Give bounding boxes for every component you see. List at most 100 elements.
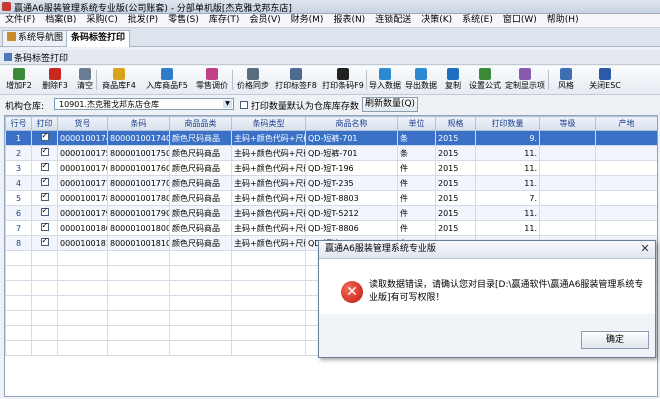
default-stock-qty-option[interactable]: 打印数量默认为仓库库存数	[240, 99, 359, 112]
cell-print[interactable]	[31, 235, 58, 251]
toolbar-button[interactable]: 导出数据	[404, 67, 438, 93]
print-checkbox[interactable]	[40, 222, 49, 231]
print-barcode-icon	[337, 68, 349, 80]
cell-origin	[595, 145, 657, 161]
cell-print[interactable]	[31, 145, 58, 161]
column-header[interactable]: 规格	[435, 116, 476, 131]
print-checkbox[interactable]	[40, 237, 49, 246]
cell-no: 7	[5, 220, 32, 236]
chevron-down-icon[interactable]: ▼	[223, 100, 232, 108]
print-checkbox[interactable]	[40, 132, 49, 141]
column-header[interactable]: 产地	[595, 116, 657, 131]
cell-name: QD-短T-235	[305, 175, 398, 191]
column-header[interactable]: 货号	[57, 116, 108, 131]
menu-item[interactable]: 财务(M)	[286, 14, 329, 27]
menu-item[interactable]: 会员(V)	[244, 14, 285, 27]
toolbar-button[interactable]: 零售调价	[194, 67, 230, 93]
menu-item[interactable]: 零售(S)	[163, 14, 204, 27]
dialog-close-icon[interactable]: ✕	[639, 243, 651, 255]
dialog-body: ✕ 读取数据错误，请确认您对目录[D:\赢通软件\赢通A6服装管理系统专业版]有…	[319, 259, 655, 314]
column-header[interactable]: 打印	[31, 116, 58, 131]
menu-item[interactable]: 档案(B)	[40, 14, 81, 27]
toolbar-button[interactable]: 价格同步	[234, 67, 272, 93]
cell-print[interactable]	[31, 130, 58, 146]
toolbar-button[interactable]: 导入数据	[368, 67, 402, 93]
tab-barcode-label-print[interactable]: 条码标签打印	[66, 30, 131, 47]
error-icon: ✕	[341, 281, 363, 303]
toolbar-button[interactable]: 关闭ESC	[584, 67, 626, 93]
print-checkbox[interactable]	[40, 207, 49, 216]
column-header[interactable]: 商品名称	[305, 116, 398, 131]
table-row[interactable]: 4 00001001778000010017700颜色尺码商品主码+颜色代码+尺码…	[5, 175, 657, 191]
column-header[interactable]: 等级	[539, 116, 596, 131]
menu-item[interactable]: 决策(K)	[416, 14, 457, 27]
toolbar-button[interactable]: 打印标签F8	[274, 67, 318, 93]
print-checkbox[interactable]	[40, 177, 49, 186]
table-row[interactable]: 5 00001001788000010017809颜色尺码商品主码+颜色代码+尺码…	[5, 190, 657, 206]
cell-qty: 7.	[475, 190, 540, 206]
column-header[interactable]: 条码类型	[231, 116, 306, 131]
cell-print[interactable]	[31, 190, 58, 206]
toolbar-button-label: 商品库F4	[102, 81, 136, 90]
toolbar-button-label: 增加F2	[6, 81, 32, 90]
cell-grade	[539, 220, 596, 236]
app-icon	[2, 2, 11, 11]
toolbar-separator	[548, 70, 549, 90]
menu-item[interactable]: 批发(P)	[123, 14, 163, 27]
column-header[interactable]: 行号	[5, 116, 32, 131]
cell-no: 2	[5, 145, 32, 161]
cell-print[interactable]	[31, 160, 58, 176]
column-header[interactable]: 商品品类	[169, 116, 232, 131]
tab-navigation-map[interactable]: 系统导航图	[2, 30, 69, 46]
cell-sku: 0000100174	[57, 130, 108, 146]
menu-item[interactable]: 报表(N)	[328, 14, 370, 27]
menu-item[interactable]: 库存(T)	[204, 14, 245, 27]
toolbar-button[interactable]: 商品库F4	[98, 67, 140, 93]
empty-cell	[231, 295, 306, 311]
toolbar-button[interactable]: 增加F2	[2, 67, 36, 93]
menu-item[interactable]: 系统(E)	[457, 14, 498, 27]
cell-print[interactable]	[31, 220, 58, 236]
empty-cell	[231, 265, 306, 281]
empty-cell	[107, 340, 170, 356]
toolbar-button[interactable]: 设置公式	[468, 67, 502, 93]
column-header[interactable]: 条码	[107, 116, 170, 131]
menu-item[interactable]: 采购(C)	[81, 14, 122, 27]
table-row[interactable]: 1 00001001748000010017403颜色尺码商品主码+颜色代码+尺码…	[5, 130, 657, 146]
cell-no: 8	[5, 235, 32, 251]
toolbar-button[interactable]: 打印条码F9	[320, 67, 366, 93]
cell-print[interactable]	[31, 205, 58, 221]
default-stock-qty-checkbox[interactable]	[240, 101, 248, 109]
toolbar-button[interactable]: 复制	[440, 67, 466, 93]
menu-item[interactable]: 帮助(H)	[542, 14, 584, 27]
table-row[interactable]: 6 00001001798000010017908颜色尺码商品主码+颜色代码+尺码…	[5, 205, 657, 221]
cell-print[interactable]	[31, 175, 58, 191]
menu-item[interactable]: 窗口(W)	[498, 14, 542, 27]
table-row[interactable]: 7 00001001808000010018004颜色尺码商品主码+颜色代码+尺码…	[5, 220, 657, 236]
refresh-quantity-button[interactable]: 刷新数量(Q)	[362, 97, 418, 112]
toolbar-button[interactable]: 清空	[74, 67, 96, 93]
table-row[interactable]: 2 00001001758000010017502颜色尺码商品主码+颜色代码+尺码…	[5, 145, 657, 161]
column-header[interactable]: 打印数量	[475, 116, 540, 131]
cell-unit: 条	[397, 130, 436, 146]
print-checkbox[interactable]	[40, 192, 49, 201]
export-data-icon	[415, 68, 427, 80]
ok-button[interactable]: 确定	[581, 331, 649, 349]
print-checkbox[interactable]	[40, 147, 49, 156]
cell-name: QD-短T-8803	[305, 190, 398, 206]
warehouse-select[interactable]: 10901.杰克雅戈邦东店仓库 ▼	[54, 98, 234, 110]
print-checkbox[interactable]	[40, 162, 49, 171]
menu-item[interactable]: 文件(F)	[0, 14, 40, 27]
column-header[interactable]: 单位	[397, 116, 436, 131]
cell-unit: 件	[397, 175, 436, 191]
toolbar-button[interactable]: 风格	[550, 67, 582, 93]
cell-qty: 11.	[475, 145, 540, 161]
toolbar-button[interactable]: 删除F3	[38, 67, 72, 93]
toolbar-button[interactable]: 入库商品F5	[142, 67, 192, 93]
menu-item[interactable]: 连锁配送	[370, 14, 416, 27]
table-row[interactable]: 3 00001001768000010017601颜色尺码商品主码+颜色代码+尺码…	[5, 160, 657, 176]
error-dialog: 赢通A6服装管理系统专业版 ✕ ✕ 读取数据错误，请确认您对目录[D:\赢通软件…	[318, 240, 656, 358]
toolbar-button[interactable]: 定制显示项	[504, 67, 546, 93]
barcode-print-icon	[4, 53, 12, 61]
cell-origin	[595, 205, 657, 221]
